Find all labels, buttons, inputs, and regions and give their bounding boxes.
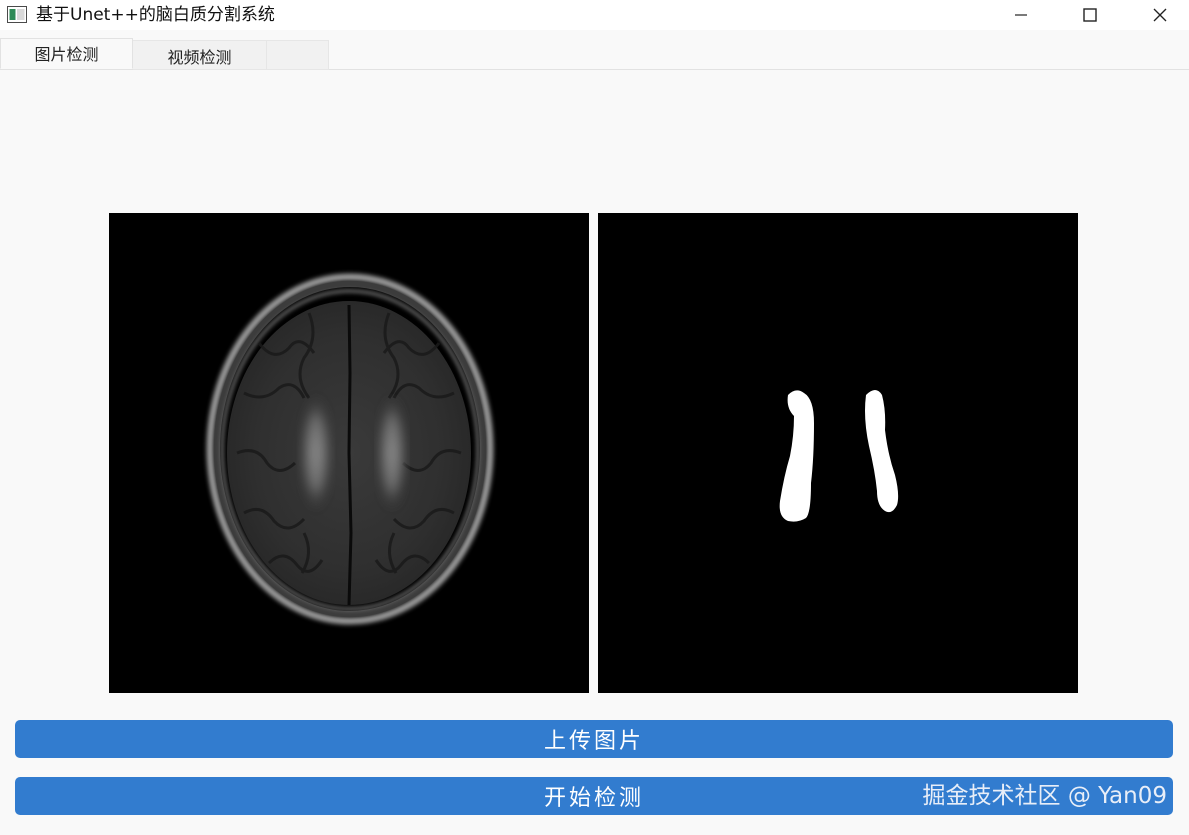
app-window-icon: [7, 6, 27, 23]
title-bar: 基于Unet++的脑白质分割系统: [0, 0, 1189, 30]
segmentation-result-panel: [598, 213, 1078, 693]
watermark-text: 掘金技术社区 @ Yan09: [922, 783, 1167, 809]
maximize-button[interactable]: [1067, 0, 1113, 30]
brain-mri-image: [109, 213, 589, 693]
original-image-panel: [109, 213, 589, 693]
tab-empty[interactable]: [267, 40, 329, 70]
app-window: 基于Unet++的脑白质分割系统 图片检测 视频检测 上传图片 开始检测 掘金技…: [0, 0, 1189, 835]
minimize-button[interactable]: [998, 0, 1044, 30]
upload-image-button[interactable]: 上传图片: [15, 720, 1173, 758]
tab-bar: 图片检测 视频检测: [0, 38, 1189, 70]
maximize-icon: [1083, 8, 1097, 22]
close-icon: [1153, 8, 1167, 22]
minimize-icon: [1015, 14, 1027, 16]
window-title: 基于Unet++的脑白质分割系统: [36, 5, 275, 25]
close-button[interactable]: [1137, 0, 1183, 30]
tab-video-detection[interactable]: 视频检测: [133, 40, 267, 70]
segmentation-mask-image: [598, 213, 1078, 693]
tab-image-detection[interactable]: 图片检测: [0, 38, 133, 69]
